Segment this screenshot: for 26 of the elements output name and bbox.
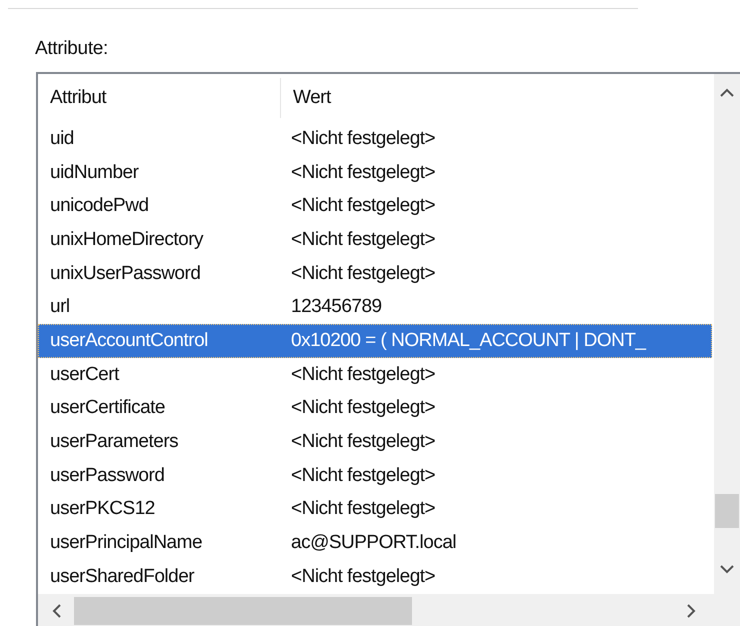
column-header[interactable]: Wert: [281, 74, 331, 122]
list-row[interactable]: uidNumber <Nicht festgelegt>: [38, 156, 712, 190]
scroll-down-icon[interactable]: [720, 564, 734, 574]
list-row[interactable]: unicodePwd <Nicht festgelegt>: [38, 189, 712, 224]
scroll-right-icon[interactable]: [686, 604, 696, 618]
list-row[interactable]: userPassword <Nicht festgelegt>: [38, 458, 712, 493]
horizontal-scrollbar[interactable]: [38, 594, 714, 626]
attributes-label: Attribute:: [35, 38, 110, 60]
list-row[interactable]: url 123456789: [38, 290, 712, 324]
attribute-list[interactable]: [36, 72, 740, 626]
list-row[interactable]: userParameters <Nicht festgelegt>: [38, 425, 712, 459]
list-row[interactable]: uid <Nicht festgelegt>: [38, 122, 712, 156]
scroll-up-icon[interactable]: [720, 88, 734, 98]
list-row[interactable]: userCert <Nicht festgelegt>: [38, 358, 712, 392]
scroll-left-icon[interactable]: [52, 604, 62, 618]
list-row[interactable]: unixUserPassword <Nicht festgelegt>: [38, 256, 712, 290]
selected-row[interactable]: userAccountControl 0x10200 = ( NORMAL_ACCOUNT | DONT_: [38, 324, 712, 358]
scrollbar-thumb[interactable]: [74, 596, 412, 624]
vertical-scrollbar[interactable]: [714, 74, 740, 594]
list-row[interactable]: userSharedFolder <Nicht festgelegt>: [38, 560, 712, 594]
list-row[interactable]: userCertificate <Nicht festgelegt>: [38, 392, 712, 426]
column-header[interactable]: Attribut: [38, 78, 281, 118]
list-row[interactable]: userPrincipalName ac@SUPPORT.local: [38, 526, 712, 560]
scrollbar-thumb[interactable]: [715, 494, 739, 528]
list-row[interactable]: unixHomeDirectory <Nicht festgelegt>: [38, 223, 712, 257]
list-row[interactable]: userPKCS12 <Nicht festgelegt>: [38, 492, 712, 526]
